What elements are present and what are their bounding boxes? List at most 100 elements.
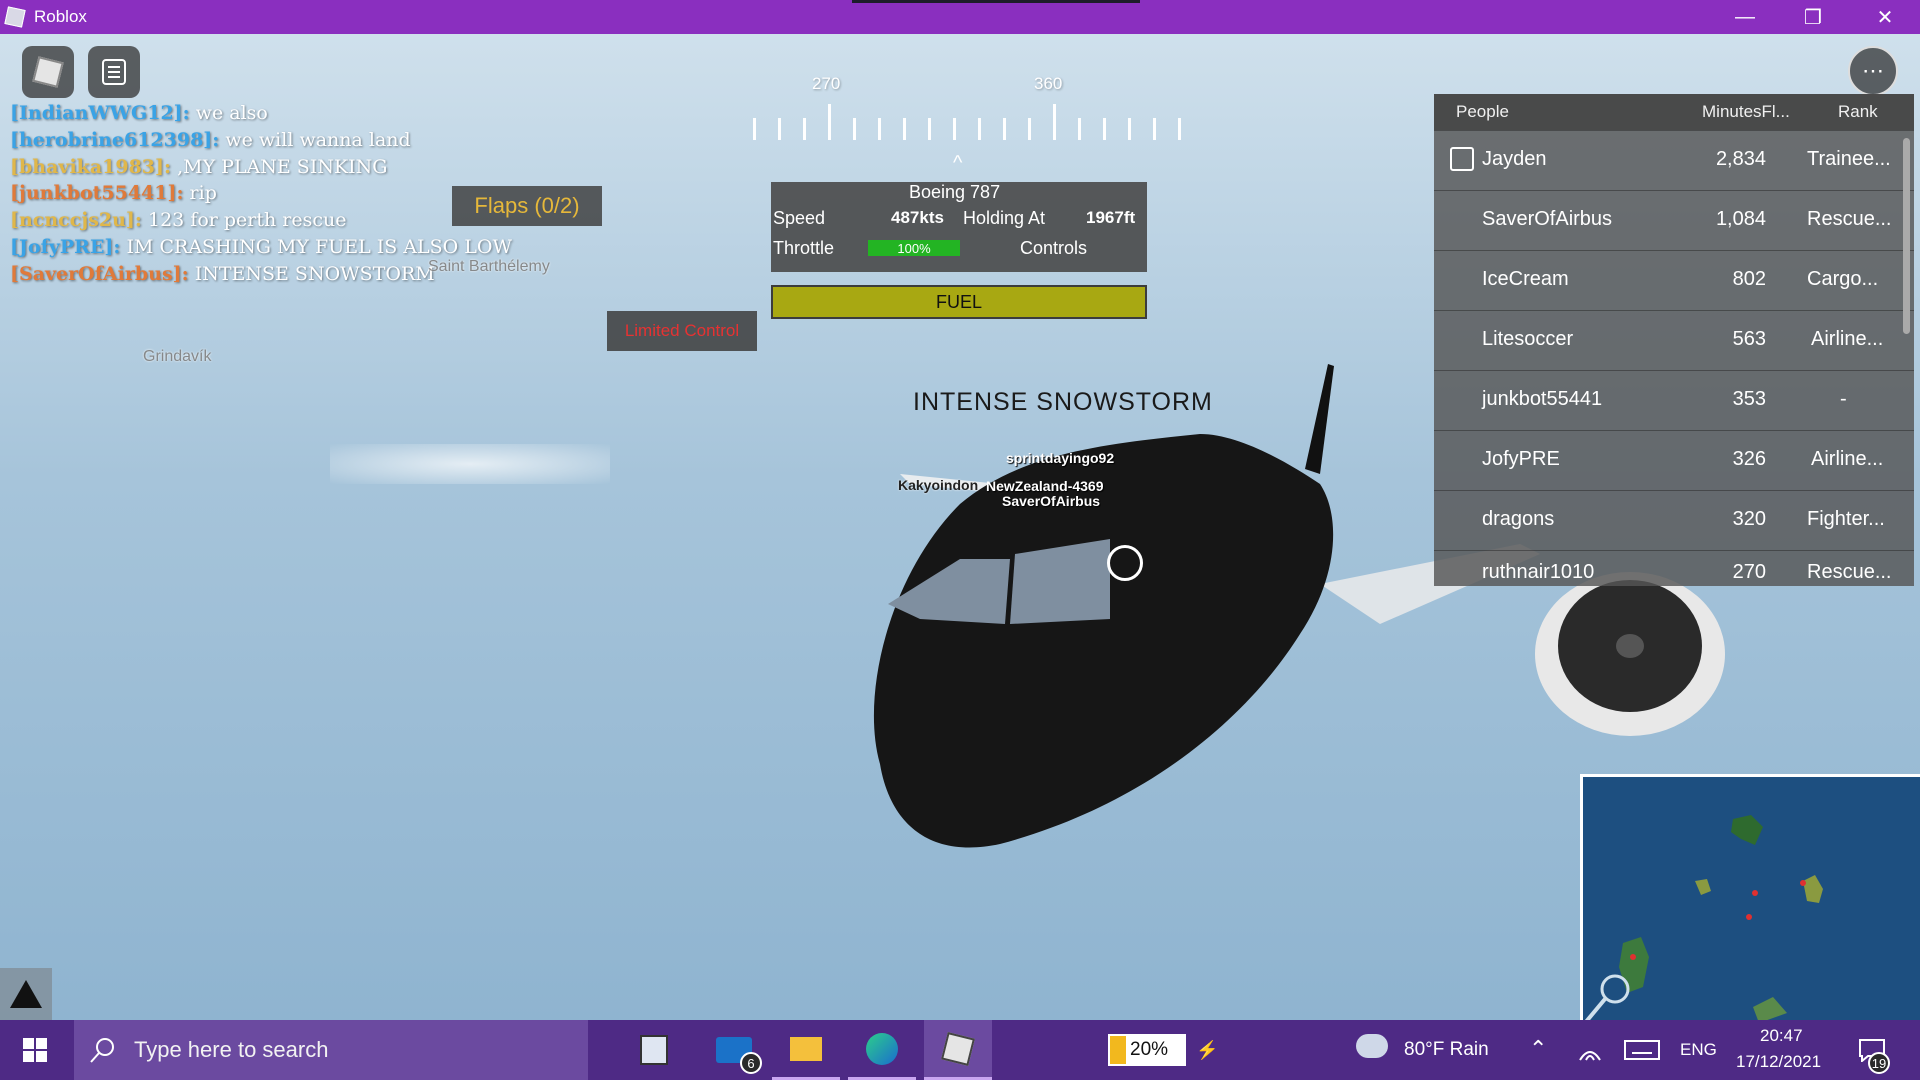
throttle-bar: 100% bbox=[868, 240, 960, 256]
more-options-button[interactable]: ⋯ bbox=[1848, 46, 1898, 96]
minimap[interactable] bbox=[1580, 774, 1920, 1020]
leaderboard-scrollbar[interactable] bbox=[1903, 138, 1910, 334]
restore-button[interactable]: ❐ bbox=[1778, 0, 1848, 34]
show-hidden-icons-chevron-icon[interactable]: ⌃ bbox=[1529, 1036, 1547, 1062]
windows-logo-icon bbox=[23, 1038, 47, 1062]
weather-text[interactable]: 80°F Rain bbox=[1404, 1039, 1489, 1061]
roblox-menu-button[interactable] bbox=[22, 46, 74, 98]
player-leaderboard: People MinutesFl... Rank Jayden 2,834 Tr… bbox=[1434, 94, 1914, 586]
keyboard-icon[interactable] bbox=[1624, 1040, 1660, 1060]
leaderboard-row[interactable]: dragons 320 Fighter... bbox=[1434, 490, 1914, 550]
player-rank: Airline... bbox=[1811, 448, 1884, 470]
flaps-indicator[interactable]: Flaps (0/2) bbox=[452, 186, 602, 226]
leaderboard-row[interactable]: Litesoccer 563 Airline... bbox=[1434, 310, 1914, 370]
game-viewport[interactable]: ⋯ [IndianWWG12]: we also [herobrine61239… bbox=[0, 34, 1920, 1020]
player-name: IceCream bbox=[1482, 268, 1569, 290]
chat-sender[interactable]: [junkbot55441]: bbox=[10, 182, 184, 204]
roblox-app-icon bbox=[941, 1031, 975, 1066]
island bbox=[1695, 879, 1711, 895]
battery-percent: 20% bbox=[1130, 1039, 1169, 1060]
notification-badge: 19 bbox=[1868, 1052, 1890, 1074]
magnifier-handle bbox=[1584, 997, 1607, 1020]
minimize-button[interactable]: — bbox=[1710, 0, 1780, 34]
world-label-grindavik: Grindavík bbox=[143, 348, 212, 365]
aircraft-name: Boeing 787 bbox=[909, 182, 1001, 202]
search-icon bbox=[90, 1038, 114, 1063]
chat-sender[interactable]: [JofyPRE]: bbox=[10, 236, 120, 258]
player-name: junkbot55441 bbox=[1482, 388, 1603, 410]
player-minutes: 1,084 bbox=[1715, 208, 1766, 230]
chat-sender[interactable]: [ncnccjs2u]: bbox=[10, 209, 142, 231]
compass-tick bbox=[1053, 104, 1056, 140]
island bbox=[1753, 997, 1787, 1020]
heading-270: 270 bbox=[812, 74, 841, 93]
chat-sender[interactable]: [herobrine612398]: bbox=[10, 129, 219, 151]
wifi-icon[interactable] bbox=[1578, 1040, 1602, 1062]
player-marker bbox=[1630, 954, 1636, 960]
chat-message: [bhavika1983]: ,MY PLANE SINKING bbox=[10, 154, 570, 181]
start-button[interactable] bbox=[0, 1020, 70, 1080]
chat-text: INTENSE SNOWSTORM bbox=[194, 262, 435, 285]
language-indicator[interactable]: ENG bbox=[1680, 1040, 1717, 1060]
charging-icon: ⚡ bbox=[1196, 1040, 1219, 1060]
taskbar-app-edge[interactable] bbox=[848, 1020, 916, 1080]
player-minutes: 802 bbox=[1732, 268, 1766, 290]
taskbar-app-roblox[interactable] bbox=[924, 1020, 992, 1080]
heading-360: 360 bbox=[1034, 74, 1063, 93]
chat-sender[interactable]: [IndianWWG12]: bbox=[10, 102, 190, 124]
title-bar-strip bbox=[852, 0, 1140, 3]
player-name: SaverOfAirbus bbox=[1482, 208, 1613, 230]
player-marker bbox=[1746, 914, 1752, 920]
player-minutes: 320 bbox=[1732, 508, 1766, 530]
minimap-islands bbox=[1584, 815, 1823, 1020]
clock-date[interactable]: 17/12/2021 bbox=[1736, 1052, 1821, 1072]
limited-control-button[interactable]: Limited Control bbox=[607, 311, 757, 351]
taskbar-app-file-explorer[interactable] bbox=[772, 1020, 840, 1080]
player-name: JofyPRE bbox=[1482, 448, 1560, 470]
island bbox=[1803, 875, 1823, 903]
chat-text: IM CRASHING MY FUEL IS ALSO LOW bbox=[126, 235, 512, 258]
clock-time[interactable]: 20:47 bbox=[1760, 1026, 1803, 1046]
chat-text: we also bbox=[195, 102, 268, 124]
leaderboard-row[interactable]: IceCream 802 Cargo... bbox=[1434, 250, 1914, 310]
leaderboard-row[interactable]: ruthnair1010 270 Rescue... bbox=[1434, 550, 1914, 586]
leaderboard-row[interactable]: JofyPRE 326 Airline... bbox=[1434, 430, 1914, 490]
header-rank: Rank bbox=[1838, 102, 1878, 121]
battery-level bbox=[1110, 1036, 1126, 1064]
chat-text: ,MY PLANE SINKING bbox=[177, 155, 388, 178]
player-nametag: NewZealand-4369 bbox=[986, 478, 1104, 494]
close-button[interactable]: ✕ bbox=[1850, 0, 1920, 34]
up-triangle-icon bbox=[10, 980, 42, 1008]
chat-text: rip bbox=[189, 182, 217, 205]
target-reticle-icon bbox=[1107, 545, 1143, 581]
chat-message: [JofyPRE]: IM CRASHING MY FUEL IS ALSO L… bbox=[10, 234, 570, 261]
compass-tick bbox=[928, 118, 931, 140]
leaderboard-row[interactable]: SaverOfAirbus 1,084 Rescue... bbox=[1434, 190, 1914, 250]
expand-arrow-button[interactable] bbox=[0, 968, 52, 1020]
chat-sender[interactable]: [bhavika1983]: bbox=[10, 156, 171, 178]
player-marker bbox=[1752, 890, 1758, 896]
taskbar-app-mail[interactable]: 6 bbox=[698, 1020, 770, 1080]
folder-icon bbox=[790, 1036, 822, 1061]
window-title-bar: Roblox — ❐ ✕ bbox=[0, 0, 1920, 34]
controls-button[interactable]: Controls bbox=[1020, 238, 1087, 259]
leaderboard-row[interactable]: Jayden 2,834 Trainee... bbox=[1434, 130, 1914, 190]
battery-indicator[interactable]: 20% bbox=[1108, 1034, 1186, 1066]
premium-icon bbox=[1450, 147, 1474, 171]
taskbar-search-box[interactable]: Type here to search bbox=[74, 1020, 588, 1080]
player-marker bbox=[1800, 880, 1806, 886]
chat-toggle-button[interactable] bbox=[88, 46, 140, 98]
chat-sender[interactable]: [SaverOfAirbus]: bbox=[10, 263, 189, 285]
compass-tick bbox=[1028, 118, 1031, 140]
edge-icon bbox=[866, 1032, 898, 1065]
heading-compass: 270 360 ^ bbox=[752, 74, 1184, 174]
player-nametag: SaverOfAirbus bbox=[1002, 493, 1101, 509]
taskbar-app-settings[interactable] bbox=[620, 1020, 688, 1080]
player-name: Jayden bbox=[1482, 148, 1547, 170]
roblox-logo-icon bbox=[4, 6, 26, 28]
holding-label: Holding At bbox=[963, 208, 1046, 228]
player-rank: - bbox=[1840, 388, 1847, 410]
airplane-tail bbox=[1305, 364, 1334, 474]
leaderboard-row[interactable]: junkbot55441 353 - bbox=[1434, 370, 1914, 430]
compass-tick bbox=[853, 118, 856, 140]
